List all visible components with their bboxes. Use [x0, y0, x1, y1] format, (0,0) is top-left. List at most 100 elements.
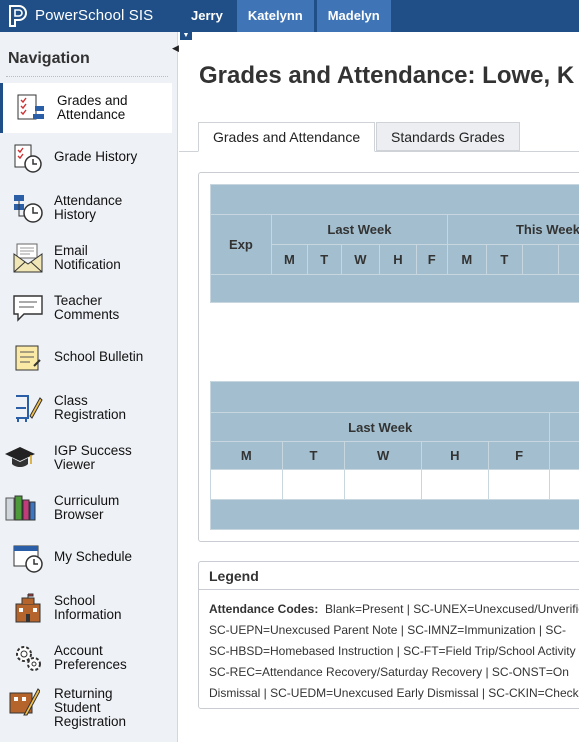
legend-line: SC-UEPN=Unexcused Parent Note | SC-IMNZ=…: [209, 623, 567, 637]
nav-label: Grade History: [54, 149, 138, 164]
schedule-icon: [13, 545, 43, 573]
nav-label-line: Registration: [54, 407, 127, 422]
day-header: F: [487, 441, 551, 470]
table-cell: [421, 469, 489, 500]
day-header: W: [344, 441, 422, 470]
nav-item-account-preferences[interactable]: Account Preferences: [0, 633, 172, 683]
nav-label-line: Registration: [54, 714, 127, 729]
nav-item-teacher-comments[interactable]: Teacher Comments: [0, 283, 172, 333]
top-bar: PowerSchool SIS Jerry Katelynn Madelyn: [0, 0, 579, 32]
nav-label: Email Notification: [54, 244, 121, 272]
nav-item-my-schedule[interactable]: My Schedule: [0, 533, 172, 583]
day-header: [549, 441, 579, 470]
last-week-header: Last Week: [270, 214, 448, 245]
legend-line: SC-REC=Attendance Recovery/Saturday Reco…: [209, 665, 569, 679]
nav-item-returning-student-registration[interactable]: Returning Student Registration: [0, 683, 172, 735]
nav-label-line: Attendance: [54, 193, 123, 208]
day-header: M: [210, 441, 283, 470]
nav-label-line: Attendance: [57, 107, 126, 122]
table-cell: [549, 469, 579, 500]
nav-label: IGP Success Viewer: [54, 444, 132, 472]
nav-label: Attendance History: [54, 194, 122, 222]
day-header: M: [446, 244, 487, 275]
day-header: H: [379, 244, 417, 275]
day-header: T: [306, 244, 342, 275]
nav-label-line: Viewer: [54, 457, 96, 472]
nav-item-grades-attendance[interactable]: Grades and Attendance: [0, 83, 172, 133]
day-header: H: [421, 441, 489, 470]
legend-text: Blank=Present | SC-UNEX=Unexcused/Unveri…: [325, 602, 579, 616]
school-icon: [15, 593, 41, 623]
powerschool-logo-icon[interactable]: [6, 4, 30, 28]
nav-label-line: Notification: [54, 257, 121, 272]
exp-header: Exp: [210, 214, 272, 275]
grades-attendance-icon: [17, 94, 44, 120]
comments-icon: [13, 295, 43, 322]
day-header: T: [281, 441, 346, 470]
student-tab-katelynn[interactable]: Katelynn: [236, 0, 314, 32]
this-week-header: [549, 412, 579, 442]
grade-history-icon: [14, 144, 42, 173]
attendance-panel: Exp Last Week This Week M T W H F M T La…: [198, 172, 579, 542]
returning-registration-icon: [9, 688, 40, 716]
brand-name: PowerSchool SIS: [35, 7, 154, 24]
nav-item-igp-success-viewer[interactable]: IGP Success Viewer: [0, 433, 172, 483]
nav-label-line: Curriculum: [54, 493, 120, 508]
tab-standards-grades[interactable]: Standards Grades: [376, 122, 520, 151]
citizenship-table: Last Week M T W H F: [209, 381, 579, 530]
table-cell: [344, 469, 422, 500]
table-header-band: [210, 184, 579, 215]
nav-label: School Information: [54, 594, 122, 622]
nav-item-school-bulletin[interactable]: School Bulletin: [0, 333, 172, 383]
nav-label-line: IGP Success: [54, 443, 132, 458]
student-tabs: Jerry Katelynn Madelyn: [180, 0, 391, 32]
email-icon: [13, 243, 43, 273]
nav-item-class-registration[interactable]: Class Registration: [0, 383, 172, 433]
nav-label-line: Teacher: [54, 293, 103, 308]
nav-item-email-notification[interactable]: Email Notification: [0, 233, 172, 283]
day-header: [522, 244, 559, 275]
nav-label: Curriculum Browser: [54, 494, 119, 522]
nav-label-line: Class: [54, 393, 88, 408]
student-tab-jerry[interactable]: Jerry: [180, 0, 234, 32]
page-title: Grades and Attendance: Lowe, K: [199, 62, 575, 89]
day-header: F: [415, 244, 448, 275]
nav-label: School Bulletin: [54, 349, 144, 364]
navigation-title: Navigation: [8, 50, 90, 67]
legend-line: Dismissal | SC-UEDM=Unexcused Early Dism…: [209, 686, 579, 700]
attendance-history-icon: [14, 195, 43, 223]
nav-label-line: Student: [54, 700, 101, 715]
day-header: T: [485, 244, 524, 275]
nav-item-grade-history[interactable]: Grade History: [0, 133, 172, 183]
table-header-band: [210, 381, 579, 413]
main-content: Grades and Attendance: Lowe, K Grades an…: [179, 32, 579, 742]
nav-label-line: Account: [54, 643, 103, 658]
nav-label-line: Grades and: [57, 93, 128, 108]
nav-label: Returning Student Registration: [54, 687, 126, 729]
divider: [199, 589, 579, 590]
student-tab-madelyn[interactable]: Madelyn: [316, 0, 391, 32]
table-footer-band: [210, 499, 579, 530]
nav-item-curriculum-browser[interactable]: Curriculum Browser: [0, 483, 172, 533]
tab-grades-and-attendance[interactable]: Grades and Attendance: [198, 122, 376, 152]
legend-line: SC-HBSD=Homebased Instruction | SC-FT=Fi…: [209, 644, 576, 658]
navigation-sidebar: Navigation ◀ Grades and Attendance Grade…: [0, 32, 179, 742]
attendance-codes-label: Attendance Codes:: [209, 602, 319, 616]
nav-item-school-information[interactable]: School Information: [0, 583, 172, 633]
day-header: W: [340, 244, 381, 275]
nav-label-line: Browser: [54, 507, 104, 522]
table-cell: [210, 469, 283, 500]
legend-title: Legend: [209, 568, 259, 584]
nav-label-line: History: [54, 207, 97, 222]
this-week-header: This Week: [446, 214, 579, 245]
table-footer-band: [210, 274, 579, 303]
divider: [6, 76, 168, 77]
nav-label-line: Comments: [54, 307, 120, 322]
graduation-cap-icon: [5, 447, 35, 467]
nav-item-attendance-history[interactable]: Attendance History: [0, 183, 172, 233]
nav-label: Teacher Comments: [54, 294, 119, 322]
books-icon: [5, 495, 36, 521]
day-header: M: [270, 244, 308, 275]
preferences-icon: [16, 646, 41, 671]
bulletin-icon: [15, 345, 41, 371]
